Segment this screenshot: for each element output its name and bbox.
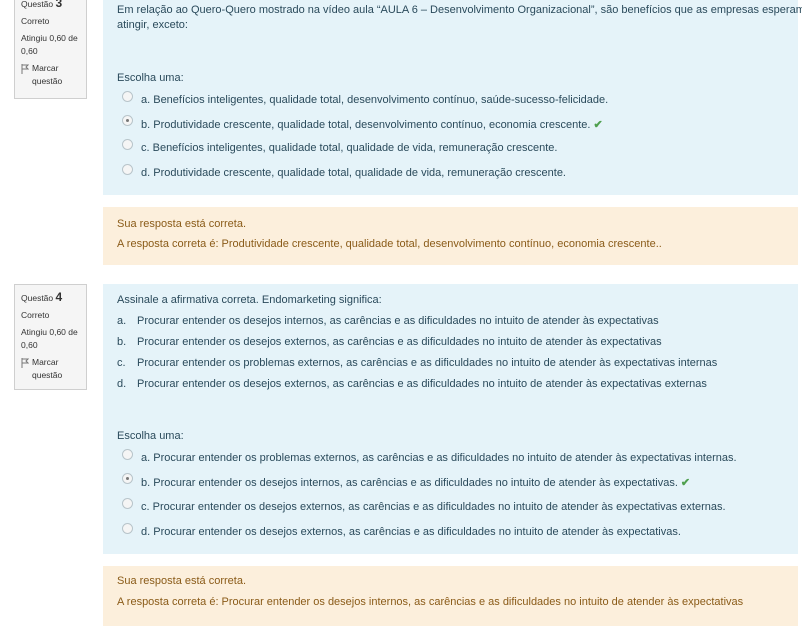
answer-option-a[interactable]: a. Benefícios inteligentes, qualidade to… — [141, 94, 608, 106]
choose-label: Escolha uma: — [117, 430, 184, 442]
answer-radio-b[interactable] — [122, 473, 133, 484]
answer-radio-b[interactable] — [122, 115, 133, 126]
question-grade: Atingiu 0,60 de 0,60 — [21, 327, 78, 350]
statement-d: Procurar entender os desejos externos, a… — [137, 378, 707, 390]
answer-option-b[interactable]: b. Produtividade crescente, qualidade to… — [141, 118, 603, 131]
question-state: Correto — [21, 310, 50, 320]
flag-question-button[interactable]: Marcar questão — [21, 62, 86, 88]
feedback-status: Sua resposta está correta. — [117, 575, 247, 587]
answer-option-b[interactable]: b. Procurar entender os desejos internos… — [141, 476, 690, 489]
question-info-3: Questão 3 Correto Atingiu 0,60 de 0,60 M… — [14, 0, 87, 99]
statement-letter-c: c. — [117, 357, 126, 369]
statement-c: Procurar entender os problemas externos,… — [137, 357, 718, 369]
answer-radio-d[interactable] — [122, 164, 133, 175]
question-grade: Atingiu 0,60 de 0,60 — [21, 33, 78, 56]
answer-option-d[interactable]: d. Produtividade crescente, qualidade to… — [141, 167, 566, 179]
flag-question-button[interactable]: Marcar questão — [21, 356, 86, 382]
question-number: Questão 4 — [21, 290, 63, 304]
answer-option-d[interactable]: d. Procurar entender os desejos externos… — [141, 526, 681, 538]
feedback-status: Sua resposta está correta. — [117, 218, 247, 230]
question-info-4: Questão 4 Correto Atingiu 0,60 de 0,60 M… — [14, 284, 87, 390]
statement-letter-d: d. — [117, 378, 127, 390]
answer-option-a[interactable]: a. Procurar entender os problemas extern… — [141, 452, 737, 464]
answer-option-c[interactable]: c. Procurar entender os desejos externos… — [141, 501, 726, 513]
question-content-3: Em relação ao Quero-Quero mostrado na ví… — [103, 0, 802, 195]
question-content-4: Assinale a afirmativa correta. Endomarke… — [103, 284, 798, 554]
choose-label: Escolha uma: — [117, 72, 184, 84]
feedback-correct-answer: A resposta correta é: Procurar entender … — [117, 596, 744, 608]
question-text-line2: atingir, exceto: — [117, 19, 188, 31]
answer-option-b-text: b. Produtividade crescente, qualidade to… — [141, 119, 591, 131]
feedback-box-3: Sua resposta está correta. A resposta co… — [103, 207, 798, 265]
question-text: Em relação ao Quero-Quero mostrado na ví… — [117, 4, 802, 16]
answer-radio-d[interactable] — [122, 523, 133, 534]
statement-letter-a: a. — [117, 315, 127, 327]
flag-icon — [21, 358, 29, 368]
question-state: Correto — [21, 16, 50, 26]
flag-icon — [21, 64, 29, 74]
answer-radio-a[interactable] — [122, 449, 133, 460]
question-number: Questão 3 — [21, 0, 63, 10]
statement-b: Procurar entender os desejos externos, a… — [137, 336, 662, 348]
feedback-box-4: Sua resposta está correta. A resposta co… — [103, 566, 798, 626]
check-icon: ✔ — [680, 477, 691, 489]
answer-option-b-text: b. Procurar entender os desejos internos… — [141, 477, 678, 489]
question-text: Assinale a afirmativa correta. Endomarke… — [117, 294, 382, 306]
check-icon: ✔ — [593, 119, 603, 131]
statement-a: Procurar entender os desejos internos, a… — [137, 315, 659, 327]
answer-option-c[interactable]: c. Benefícios inteligentes, qualidade to… — [141, 142, 557, 154]
feedback-correct-answer: A resposta correta é: Produtividade cres… — [117, 238, 662, 250]
answer-radio-c[interactable] — [122, 139, 133, 150]
answer-radio-a[interactable] — [122, 91, 133, 102]
statement-letter-b: b. — [117, 336, 127, 348]
answer-radio-c[interactable] — [122, 498, 133, 509]
